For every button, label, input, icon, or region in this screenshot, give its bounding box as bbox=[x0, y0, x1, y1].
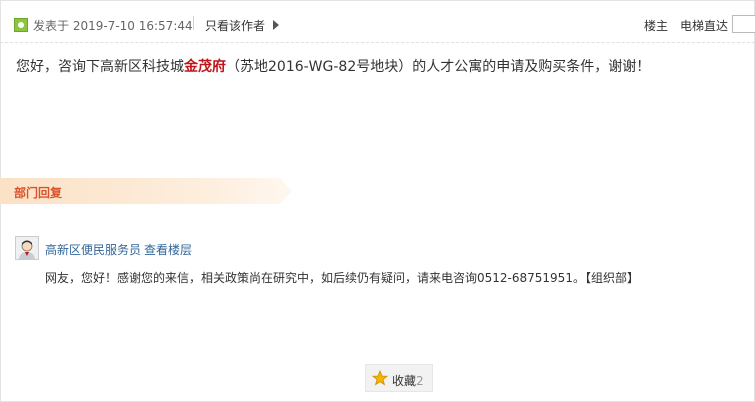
online-status-icon bbox=[14, 18, 28, 32]
only-author-link[interactable]: 只看该作者 bbox=[205, 17, 265, 34]
floor-label: 楼主 bbox=[644, 19, 669, 33]
question-highlight: 金茂府 bbox=[184, 59, 226, 75]
elevator-jump-label: 电梯直达 bbox=[680, 19, 729, 33]
post-time: 发表于 2019-7-10 16:57:44 bbox=[33, 19, 193, 33]
reply-text: 网友，您好！感谢您的来信，相关政策尚在研究中，如后续仍有疑问，请来电咨询0512… bbox=[45, 271, 639, 285]
question-text: 您好，咨询下高新区科技城金茂府（苏地2016-WG-82号地块）的人才公寓的申请… bbox=[16, 56, 650, 76]
post-header: 发表于 2019-7-10 16:57:44 只看该作者 楼主 电梯直达 bbox=[0, 0, 755, 43]
favorite-label: 收藏2 bbox=[392, 372, 424, 389]
star-icon bbox=[372, 370, 388, 386]
question-text-after: （苏地2016-WG-82号地块）的人才公寓的申请及购买条件，谢谢！ bbox=[226, 59, 651, 75]
avatar-graphic bbox=[16, 237, 38, 259]
favorite-count: 2 bbox=[416, 374, 424, 388]
floor-jump-input[interactable] bbox=[732, 15, 755, 33]
reply-author-link[interactable]: 高新区便民服务员 bbox=[45, 241, 141, 258]
department-reply-title: 部门回复 bbox=[14, 186, 63, 200]
header-separator bbox=[193, 16, 194, 30]
favorite-button[interactable]: 收藏2 bbox=[365, 364, 433, 392]
user-avatar-icon[interactable] bbox=[15, 236, 39, 260]
arrow-right-icon[interactable] bbox=[273, 20, 279, 30]
department-reply-banner: 部门回复 bbox=[0, 178, 292, 204]
question-text-before: 您好，咨询下高新区科技城 bbox=[16, 59, 184, 75]
favorite-text: 收藏 bbox=[392, 374, 417, 388]
view-floor-link[interactable]: 查看楼层 bbox=[144, 241, 192, 258]
